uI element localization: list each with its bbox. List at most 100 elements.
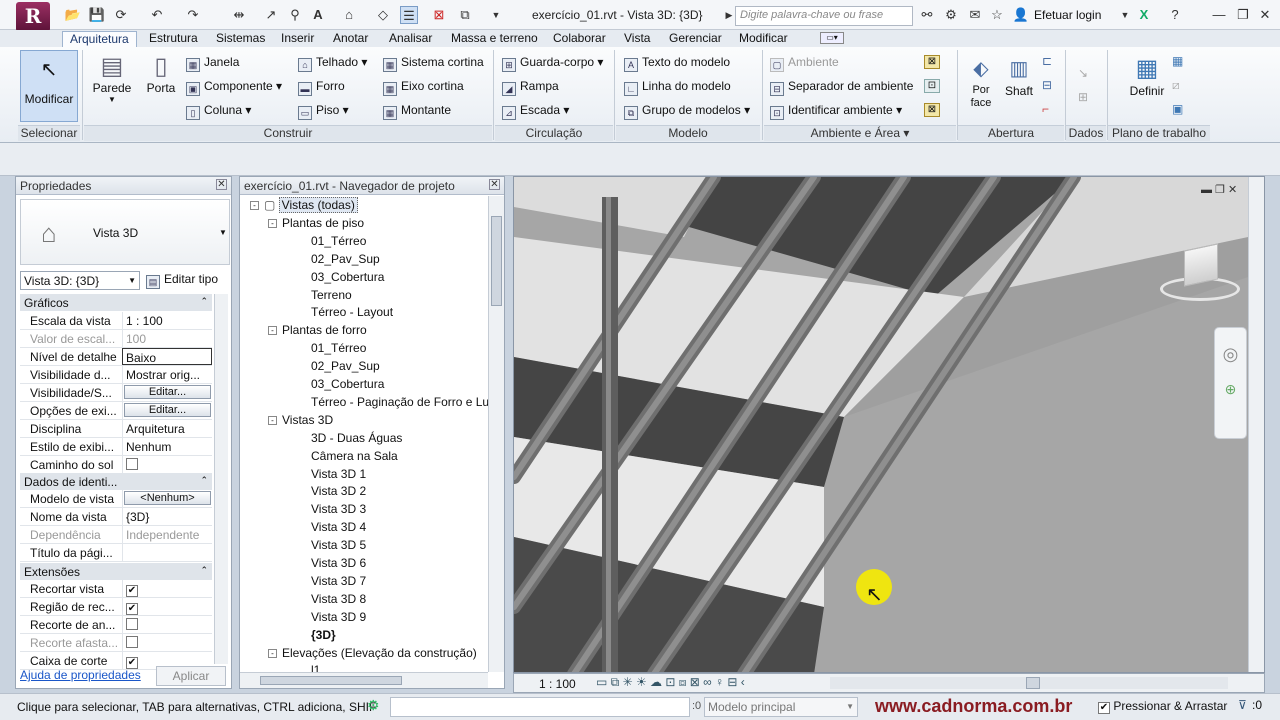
browser-view-item[interactable]: Vista 3D 8 (311, 592, 366, 606)
press-drag-toggle[interactable]: ✔ Pressionar & Arrastar (1098, 699, 1227, 714)
browser-vscroll-thumb[interactable] (491, 216, 502, 306)
ceiling-button[interactable]: ▬ Forro (298, 79, 345, 96)
property-row[interactable]: Visibilidade/S... Editar... (20, 384, 212, 402)
browser-view-item[interactable]: Térreo - Paginação de Forro e Lun (311, 395, 488, 409)
expand-toggle-icon[interactable]: - (268, 415, 277, 425)
property-row[interactable]: Dependência Independente (20, 526, 212, 544)
property-value[interactable]: Editar... (122, 384, 212, 401)
steering-wheel-icon[interactable]: ◎ (1215, 344, 1246, 365)
property-value[interactable]: Arquitetura (122, 420, 212, 437)
press-drag-checkbox[interactable]: ✔ (1098, 702, 1110, 714)
browser-view-item[interactable]: Vista 3D 9 (311, 610, 366, 624)
help-icon[interactable]: ? (1166, 6, 1184, 24)
model-group-button[interactable]: ⧉ Grupo de modelos ▾ (624, 103, 750, 120)
type-selector[interactable]: ⌂ Vista 3D ▼ (20, 199, 230, 265)
expand-toggle-icon[interactable]: - (268, 648, 277, 658)
browser-folder[interactable]: - Vistas 3D (268, 413, 333, 427)
property-value[interactable] (122, 456, 212, 473)
browser-view-item[interactable]: Vista 3D 5 (311, 538, 366, 552)
curtain-grid-button[interactable]: ▦ Eixo cortina (383, 79, 464, 96)
qat-dropdown-icon[interactable]: ▼ (487, 6, 505, 24)
browser-view-item[interactable]: 3D - Duas Águas (311, 431, 402, 445)
close-icon[interactable]: ✕ (1256, 6, 1274, 24)
browser-view-item[interactable]: Vista 3D 2 (311, 484, 366, 498)
search-input[interactable]: Digite palavra-chave ou frase (735, 6, 913, 26)
instance-selector[interactable]: Vista 3D: {3D} ▼ (20, 271, 140, 290)
favorites-icon[interactable]: ☆ (988, 6, 1006, 24)
tab-massa-terreno[interactable]: Massa e terreno (444, 31, 545, 47)
window-button[interactable]: ▦ Janela (186, 55, 239, 72)
tab-vista[interactable]: Vista (617, 31, 657, 47)
modify-button[interactable]: ↖ Modificar (20, 50, 78, 122)
room-separator-button[interactable]: ⊟ Separador de ambiente (770, 79, 913, 96)
binoculars-icon[interactable]: ⚯ (918, 6, 936, 24)
properties-close-icon[interactable]: ✕ (216, 179, 227, 190)
viewer-icon[interactable]: ▣ (1172, 102, 1188, 118)
property-row[interactable]: Título da pági... (20, 544, 212, 562)
property-row[interactable]: Recorte de an... (20, 616, 212, 634)
expand-toggle-icon[interactable]: - (268, 326, 277, 336)
property-edit-button[interactable]: Editar... (124, 403, 211, 417)
property-value[interactable]: 100 (122, 330, 212, 347)
property-value[interactable]: 1 : 100 (122, 312, 212, 329)
browser-close-icon[interactable]: ✕ (489, 179, 500, 190)
viewport-hscroll[interactable] (830, 677, 1228, 689)
expand-toggle-icon[interactable]: - (268, 218, 277, 228)
3d-viewport[interactable]: ▬ ❐ ✕ ◎ ⊕ ↖ (513, 176, 1265, 673)
group-extents[interactable]: Extensões ⌃ (20, 563, 212, 580)
roof-button[interactable]: ⌂ Telhado ▾ (298, 55, 367, 72)
browser-view-item[interactable]: Câmera na Sala (311, 449, 398, 463)
login-dropdown-icon[interactable]: ▼ (1116, 6, 1134, 24)
properties-help-link[interactable]: Ajuda de propriedades (20, 668, 141, 682)
property-row[interactable]: Recorte afasta... (20, 634, 212, 652)
zoom-icon[interactable]: ⊕ (1215, 381, 1246, 398)
property-row[interactable]: Recortar vista ✔ (20, 580, 212, 598)
browser-hscroll[interactable] (240, 672, 488, 688)
close-hidden-icon[interactable]: ⊠ (430, 6, 448, 24)
browser-view-item[interactable]: Vista 3D 4 (311, 520, 366, 534)
property-checkbox[interactable]: ✔ (126, 603, 138, 615)
by-face-button[interactable]: ⬖ Por face (964, 54, 998, 120)
property-row[interactable]: Caminho do sol (20, 456, 212, 474)
browser-view-item[interactable]: Térreo - Layout (311, 305, 393, 319)
component-button[interactable]: ▣ Componente ▾ (186, 79, 282, 96)
wall-button[interactable]: ▤ Parede ▼ (92, 52, 132, 118)
worksets-icon[interactable]: ⚙ (367, 697, 380, 714)
ribbon-minimize-icon[interactable]: ▭▾ (820, 32, 844, 44)
curtain-system-button[interactable]: ▦ Sistema cortina (383, 55, 484, 72)
browser-folder[interactable]: - ▢ Vistas (todas) (250, 197, 358, 213)
grid-icon[interactable]: ⊞ (1078, 90, 1096, 106)
measure-icon[interactable]: ⇹ (230, 6, 248, 24)
browser-folder[interactable]: - Plantas de forro (268, 323, 367, 337)
browser-view-item[interactable]: Terreno (311, 288, 352, 302)
viewcube[interactable] (1154, 235, 1240, 305)
property-value[interactable] (122, 616, 212, 633)
minimize-icon[interactable]: — (1210, 6, 1228, 24)
viewport-vscroll[interactable] (1248, 177, 1264, 672)
property-row[interactable]: Modelo de vista <Nenhum> (20, 490, 212, 508)
save-icon[interactable]: 💾 (88, 6, 106, 24)
dormer-opening-icon[interactable]: ⌐ (1042, 102, 1058, 118)
wall-opening-icon[interactable]: ⊏ (1042, 54, 1058, 70)
communication-icon[interactable]: ✉ (966, 6, 984, 24)
model-line-button[interactable]: ∟ Linha do modelo (624, 79, 731, 96)
tab-inserir[interactable]: Inserir (274, 31, 321, 47)
browser-view-item[interactable]: l1 (311, 663, 320, 672)
door-button[interactable]: ▯ Porta (144, 52, 178, 118)
tab-sistemas[interactable]: Sistemas (209, 31, 272, 47)
property-value[interactable]: {3D} (122, 508, 212, 525)
text-icon[interactable]: A (309, 6, 327, 24)
level-icon[interactable]: ↘ (1078, 66, 1096, 82)
maximize-icon[interactable]: ❐ (1234, 6, 1252, 24)
apply-button[interactable]: Aplicar (156, 666, 226, 686)
room-button[interactable]: ▢ Ambiente (770, 55, 839, 72)
viewport-hscroll-thumb[interactable] (1026, 677, 1040, 689)
property-row[interactable]: Região de rec... ✔ (20, 598, 212, 616)
property-value[interactable]: Editar... (122, 402, 212, 419)
browser-view-item[interactable]: 02_Pav_Sup (311, 252, 380, 266)
browser-view-item[interactable]: 01_Térreo (311, 341, 366, 355)
tab-anotar[interactable]: Anotar (326, 31, 375, 47)
browser-view-item[interactable]: Vista 3D 3 (311, 502, 366, 516)
property-value[interactable]: ✔ (122, 580, 212, 597)
app-menu-button[interactable]: R (16, 2, 50, 32)
